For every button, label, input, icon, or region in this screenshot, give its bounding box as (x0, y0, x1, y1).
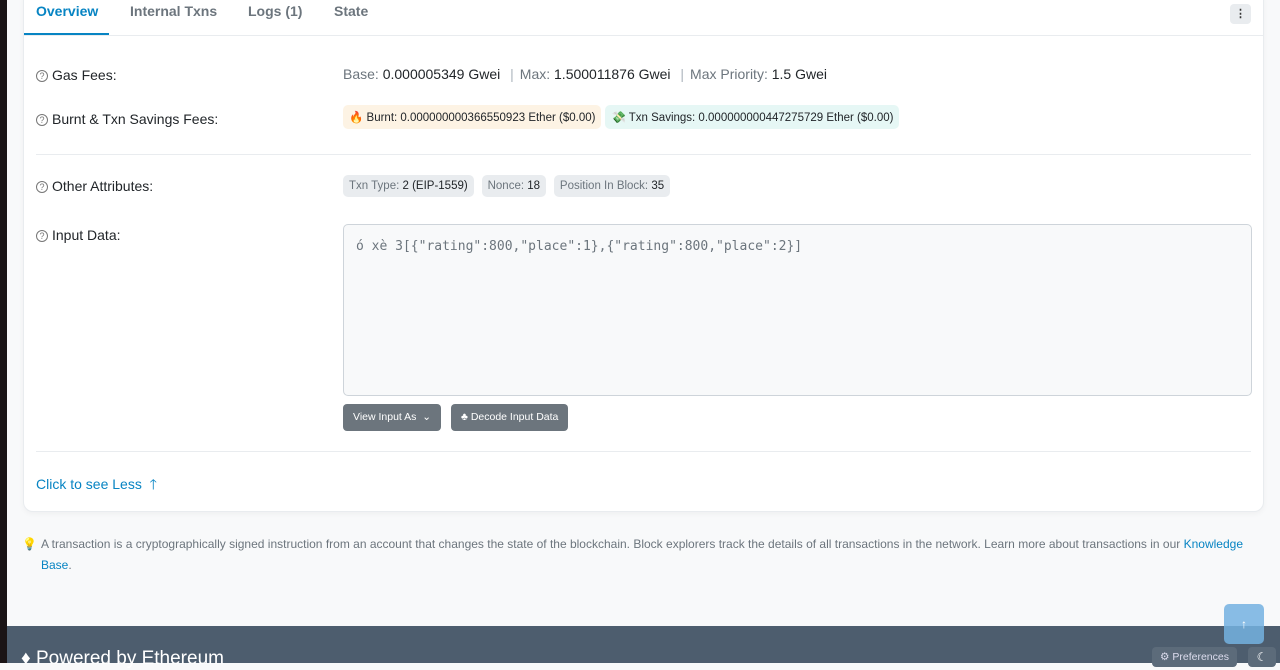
divider (36, 451, 1251, 452)
moon-icon[interactable]: ☾ (1248, 647, 1276, 667)
label-text: Input Data: (52, 227, 121, 243)
max-priority-label: Max Priority: (690, 66, 768, 82)
lightbulb-icon: 💡 (22, 537, 37, 551)
powered-by: ♦ Powered by Ethereum (21, 648, 224, 670)
savings-badge: 💸 Txn Savings: 0.000000000447275729 Ethe… (605, 105, 900, 129)
txn-type: 2 (EIP-1559) (402, 180, 468, 192)
money-icon: 💸 (611, 112, 626, 124)
transaction-details-card: Overview Internal Txns Logs (1) State ⋮ … (23, 0, 1264, 512)
help-icon[interactable]: ? (36, 114, 48, 126)
label-text: Other Attributes: (52, 178, 154, 194)
arrow-up-icon: ↑ (1241, 617, 1247, 631)
chevron-down-icon: ⌄ (422, 411, 432, 423)
preferences-button[interactable]: ⚙ Preferences (1152, 647, 1237, 667)
footer: ♦ Powered by Ethereum ⚙ Preferences ☾ (7, 626, 1280, 669)
max-priority-fee: 1.5 Gwei (771, 66, 827, 82)
more-vertical-icon[interactable]: ⋮ (1230, 4, 1251, 24)
see-less-text: Click to see Less (36, 476, 142, 492)
gears-icon: ⚙ (1160, 651, 1170, 663)
base-label: Base: (343, 66, 379, 82)
help-icon[interactable]: ? (36, 70, 48, 82)
gas-fees-value: Base: 0.000005349 Gwei | Max: 1.500011876… (343, 66, 827, 82)
max-fee: 1.500011876 Gwei (554, 66, 671, 82)
savings-text: Txn Savings: 0.000000000447275729 Ether … (628, 112, 894, 124)
info-note: 💡 A transaction is a cryptographically si… (22, 534, 1267, 576)
ethereum-icon: ♦ (21, 648, 31, 669)
tab-internal-txns[interactable]: Internal Txns (130, 3, 217, 19)
label-text: Burnt & Txn Savings Fees: (52, 111, 219, 127)
other-attributes-label: ? Other Attributes: (36, 178, 153, 194)
max-label: Max: (519, 66, 551, 82)
burnt-text: Burnt: 0.000000000366550923 Ether ($0.00… (366, 112, 596, 124)
fire-icon: 🔥 (349, 112, 364, 124)
see-less-link[interactable]: Click to see Less 🡑 (36, 474, 157, 498)
other-attributes-value: Txn Type: 2 (EIP-1559) Nonce: 18 Positio… (343, 175, 674, 197)
divider (36, 154, 1251, 155)
input-data-textarea[interactable]: ó xè 3[{"rating":800,"place":1},{"rating… (343, 224, 1252, 396)
position-badge: Position In Block: 35 (553, 175, 671, 197)
tab-bar: Overview Internal Txns Logs (1) State ⋮ (24, 1, 1263, 36)
help-icon[interactable]: ? (36, 181, 48, 193)
note-end: . (68, 558, 72, 572)
cubes-icon: ♣ (461, 411, 468, 423)
nonce: 18 (527, 180, 541, 192)
base-fee: 0.000005349 Gwei (382, 66, 501, 82)
label-text: Gas Fees: (52, 67, 117, 83)
burnt-badge: 🔥 Burnt: 0.000000000366550923 Ether ($0.… (343, 105, 602, 129)
txn-type-label: Txn Type: (349, 180, 400, 192)
tab-logs[interactable]: Logs (1) (248, 3, 302, 19)
position: 35 (651, 180, 665, 192)
burnt-fees-value: 🔥 Burnt: 0.000000000366550923 Ether ($0.… (343, 105, 903, 129)
tab-overview[interactable]: Overview (36, 3, 98, 19)
decode-input-data-button[interactable]: ♣ Decode Input Data (451, 404, 569, 431)
help-icon[interactable]: ? (36, 230, 48, 242)
nonce-label: Nonce: (487, 180, 525, 192)
burnt-fees-label: ? Burnt & Txn Savings Fees: (36, 111, 218, 127)
back-to-top-button[interactable]: ↑ (1224, 604, 1264, 644)
button-label: Decode Input Data (470, 411, 559, 423)
active-tab-indicator (24, 33, 109, 35)
gas-fees-label: ? Gas Fees: (36, 67, 117, 83)
nonce-badge: Nonce: 18 (481, 175, 547, 197)
tab-state[interactable]: State (334, 3, 368, 19)
preferences-label: Preferences (1172, 651, 1229, 663)
txn-type-badge: Txn Type: 2 (EIP-1559) (343, 175, 474, 197)
position-label: Position In Block: (559, 180, 649, 192)
powered-text: Powered by Ethereum (35, 648, 224, 669)
background-window-edge (0, 0, 7, 663)
view-input-as-button[interactable]: View Input As ⌄ (343, 404, 442, 431)
input-data-label: ? Input Data: (36, 227, 121, 243)
note-text: A transaction is a cryptographically sig… (41, 537, 1184, 551)
arrow-up-icon: 🡑 (149, 476, 157, 492)
button-label: View Input As (353, 411, 417, 423)
